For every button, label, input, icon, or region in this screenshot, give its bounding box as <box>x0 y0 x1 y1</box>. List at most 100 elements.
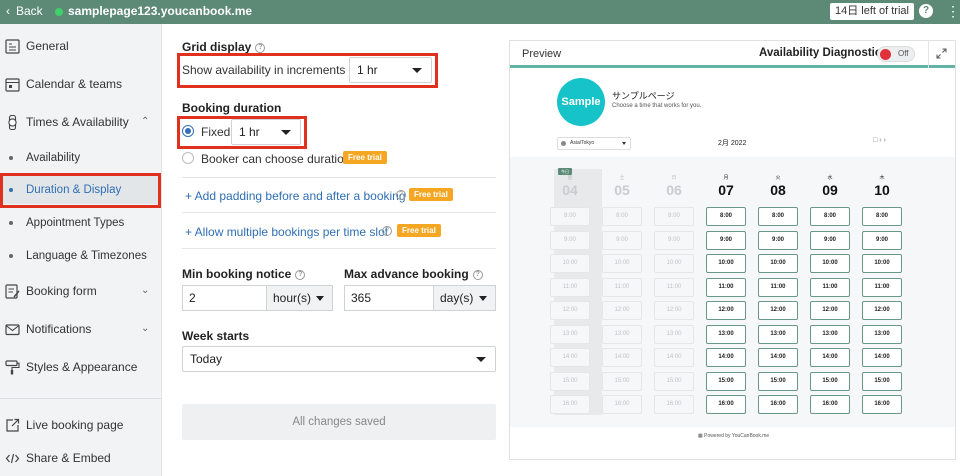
time-slot[interactable]: 9:00 <box>810 230 850 250</box>
add-padding-link[interactable]: + Add padding before and after a booking <box>185 189 406 203</box>
sidebar-item-times[interactable]: Times & Availability ⌃ <box>0 105 162 139</box>
fixed-duration-select[interactable]: 1 hr <box>231 119 301 145</box>
sidebar-item-styles[interactable]: Styles & Appearance <box>0 350 162 384</box>
time-slot: 14:00 <box>550 348 590 367</box>
help-icon[interactable]: ? <box>382 226 392 236</box>
time-slot[interactable]: 15:00 <box>758 371 798 391</box>
diagnostics-toggle[interactable]: Off <box>877 46 915 62</box>
help-icon[interactable]: ? <box>255 42 266 53</box>
time-slot: 13:00 <box>654 324 694 344</box>
help-icon[interactable]: ? <box>919 4 933 18</box>
min-notice-unit: hour(s) <box>273 291 312 305</box>
time-slot[interactable]: 16:00 <box>706 395 746 414</box>
time-slot[interactable]: 11:00 <box>862 277 902 297</box>
time-slot[interactable]: 16:00 <box>810 395 850 414</box>
increments-select[interactable]: 1 hr <box>349 57 432 83</box>
time-slot[interactable]: 10:00 <box>862 254 902 273</box>
more-menu-icon[interactable]: ⋮ <box>946 2 960 20</box>
expand-icon[interactable] <box>936 48 947 62</box>
time-slot[interactable]: 14:00 <box>706 348 746 367</box>
trial-badge[interactable]: 14日 left of trial <box>830 3 914 20</box>
next-week-icon[interactable]: › <box>883 137 885 144</box>
sidebar-item-label: Booking form <box>26 284 97 298</box>
weekday-label: 水 <box>827 175 833 181</box>
booking-page-name: サンプルページ <box>612 91 675 101</box>
max-advance-unit-select[interactable]: day(s) <box>433 285 496 311</box>
bullet-icon <box>9 221 13 225</box>
time-slot[interactable]: 11:00 <box>706 277 746 297</box>
min-notice-label: Min booking notice <box>182 267 292 281</box>
timezone-select[interactable]: Asia/Tokyo <box>557 137 631 150</box>
time-slot[interactable]: 13:00 <box>706 324 746 344</box>
weekday-label: 火 <box>775 175 781 181</box>
sidebar-item-calendar[interactable]: Calendar & teams <box>0 67 162 101</box>
time-slot[interactable]: 12:00 <box>810 301 850 320</box>
min-notice-input[interactable]: 2 <box>182 285 266 311</box>
help-icon[interactable]: ? <box>396 190 406 200</box>
time-slot[interactable]: 13:00 <box>810 324 850 344</box>
sidebar-item-availability[interactable]: Availability <box>0 144 162 172</box>
time-slot[interactable]: 9:00 <box>862 230 902 250</box>
sidebar-item-share[interactable]: Share & Embed <box>0 441 162 475</box>
time-slot[interactable]: 10:00 <box>758 254 798 273</box>
time-slot[interactable]: 14:00 <box>810 348 850 367</box>
time-slot[interactable]: 11:00 <box>810 277 850 297</box>
calendar-icon[interactable]: □ <box>873 137 877 144</box>
time-slot[interactable]: 9:00 <box>706 230 746 250</box>
time-slot[interactable]: 14:00 <box>862 348 902 367</box>
sidebar-item-label: Share & Embed <box>26 451 111 465</box>
chevron-up-icon: ⌃ <box>141 116 150 127</box>
day-header: 土 05 <box>602 174 642 198</box>
booker-choose-radio[interactable] <box>182 152 194 164</box>
caret-down-icon <box>476 357 486 362</box>
free-trial-badge: Free trial <box>343 151 387 164</box>
day-header: 木 10 <box>862 174 902 198</box>
sidebar-item-label: Styles & Appearance <box>26 360 138 374</box>
fixed-radio[interactable] <box>182 125 194 137</box>
min-notice-unit-select[interactable]: hour(s) <box>266 285 333 311</box>
prev-week-icon[interactable]: ‹ <box>879 137 881 144</box>
time-slot[interactable]: 15:00 <box>810 371 850 391</box>
sample-logo: Sample <box>557 78 605 126</box>
max-advance-input[interactable]: 365 <box>344 285 433 311</box>
week-starts-select[interactable]: Today <box>182 346 496 372</box>
sidebar-item-live-page[interactable]: Live booking page <box>0 408 162 442</box>
allow-multiple-link[interactable]: + Allow multiple bookings per time slot <box>185 225 388 239</box>
time-slot[interactable]: 8:00 <box>810 207 850 226</box>
time-slot[interactable]: 9:00 <box>758 230 798 250</box>
time-slot: 8:00 <box>550 207 590 226</box>
bullet-icon <box>9 156 13 160</box>
time-slot[interactable]: 8:00 <box>862 207 902 226</box>
max-advance-unit: day(s) <box>440 291 474 305</box>
time-slot[interactable]: 12:00 <box>706 301 746 320</box>
sidebar-item-booking-form[interactable]: Booking form ⌄ <box>0 274 162 308</box>
help-icon[interactable]: ? <box>472 269 483 280</box>
time-slot[interactable]: 11:00 <box>758 277 798 297</box>
sidebar-item-label: Live booking page <box>26 418 124 432</box>
grid-display-label: Grid display <box>182 40 252 54</box>
time-slot[interactable]: 10:00 <box>810 254 850 273</box>
time-slot[interactable]: 16:00 <box>758 395 798 414</box>
sidebar-item-appointment-types[interactable]: Appointment Types <box>0 209 162 237</box>
time-slot[interactable]: 10:00 <box>706 254 746 273</box>
time-slot[interactable]: 8:00 <box>706 207 746 226</box>
sidebar-item-duration[interactable]: Duration & Display <box>0 176 162 204</box>
sidebar-item-general[interactable]: General <box>0 29 162 63</box>
help-icon[interactable]: ? <box>295 269 306 280</box>
time-slot[interactable]: 15:00 <box>706 371 746 391</box>
time-slot[interactable]: 12:00 <box>862 301 902 320</box>
time-slot[interactable]: 8:00 <box>758 207 798 226</box>
sidebar-item-notifications[interactable]: Notifications ⌄ <box>0 312 162 346</box>
time-slot[interactable]: 16:00 <box>862 395 902 414</box>
time-slot[interactable]: 15:00 <box>862 371 902 391</box>
time-slot[interactable]: 13:00 <box>862 324 902 344</box>
time-slot[interactable]: 12:00 <box>758 301 798 320</box>
back-button[interactable]: ‹ Back <box>6 4 43 18</box>
time-slot[interactable]: 13:00 <box>758 324 798 344</box>
date-label: 06 <box>666 182 682 198</box>
time-slot[interactable]: 14:00 <box>758 348 798 367</box>
sidebar-item-language[interactable]: Language & Timezones <box>0 242 162 270</box>
sidebar-item-label: Availability <box>26 152 81 164</box>
weekday-label: 日 <box>671 175 677 181</box>
bullet-icon <box>9 254 13 258</box>
